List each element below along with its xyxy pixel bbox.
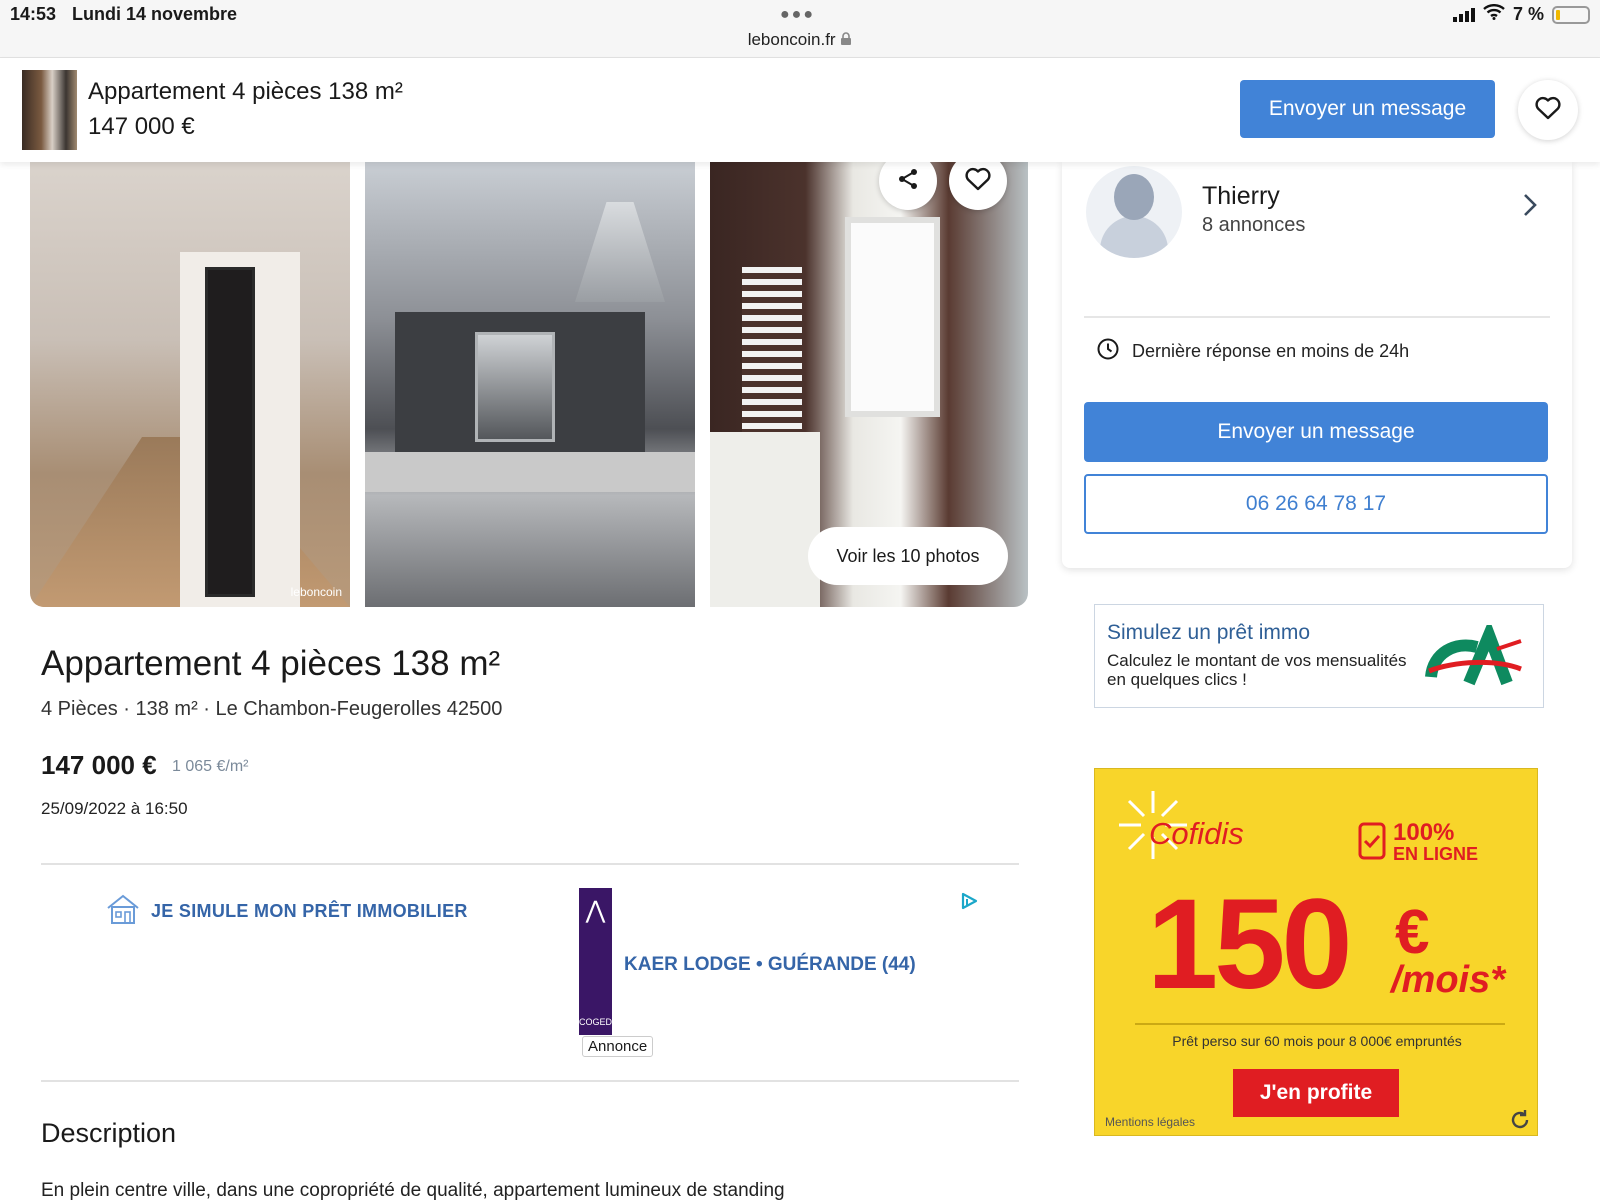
- seller-avatar[interactable]: [1086, 166, 1182, 258]
- ad-label: Annonce: [582, 1036, 654, 1057]
- replay-icon[interactable]: [1509, 1109, 1531, 1135]
- divider: [41, 863, 1019, 865]
- listing-price: 147 000 €: [41, 750, 157, 780]
- cofidis-ad[interactable]: Cofidis 100% EN LIGNE 150 € /mois* Prêt …: [1094, 768, 1538, 1136]
- description-text: En plein centre ville, dans une copropri…: [41, 1180, 785, 1201]
- cogedim-logo-text: COGEDIM: [579, 1017, 623, 1027]
- listing-subinfo: 4 Pièces · 138 m² · Le Chambon-Feugeroll…: [41, 698, 503, 720]
- url-text: leboncoin.fr: [747, 30, 836, 49]
- online-word: EN LIGNE: [1393, 844, 1479, 864]
- heart-icon: [1535, 96, 1561, 125]
- sticky-header: Appartement 4 pièces 138 m² 147 000 € En…: [0, 58, 1600, 162]
- photo-watermark: leboncoin: [290, 585, 342, 599]
- jen-profite-button[interactable]: J'en profite: [1233, 1069, 1399, 1117]
- legal-mentions-link[interactable]: Mentions légales: [1105, 1115, 1195, 1129]
- photo-kitchen[interactable]: [365, 162, 695, 607]
- wifi-icon: [1483, 4, 1505, 25]
- simulate-loan-label: JE SIMULE MON PRÊT IMMOBILIER: [151, 901, 468, 921]
- online-percent: 100%: [1393, 819, 1455, 846]
- listing-title: Appartement 4 pièces 138 m²: [41, 644, 501, 683]
- seller-ad-count: 8 annonces: [1202, 214, 1306, 236]
- description-title: Description: [41, 1118, 177, 1148]
- status-time: 14:53: [10, 4, 57, 24]
- status-date: Lundi 14 novembre: [72, 4, 238, 24]
- simulate-loan-link[interactable]: JE SIMULE MON PRÊT IMMOBILIER: [105, 893, 468, 930]
- price-per-m2: 1 065 €/m²: [172, 758, 249, 775]
- address-bar[interactable]: leboncoin.fr: [0, 30, 1600, 50]
- header-send-message-button[interactable]: Envoyer un message: [1240, 80, 1495, 138]
- signal-icon: [1452, 7, 1475, 22]
- listing-thumbnail[interactable]: [22, 70, 77, 150]
- sticky-price: 147 000 €: [88, 113, 195, 140]
- share-icon: [896, 167, 920, 196]
- loan-period: /mois*: [1391, 959, 1506, 1001]
- send-message-button[interactable]: Envoyer un message: [1084, 402, 1548, 462]
- loan-terms: Prêt perso sur 60 mois pour 8 000€ empru…: [1172, 1033, 1462, 1049]
- loan-currency: €: [1395, 898, 1430, 967]
- clock-icon: [1096, 337, 1120, 366]
- loan-amount: 150: [1147, 873, 1353, 1016]
- header-favorite-button[interactable]: [1518, 80, 1578, 140]
- divider: [1084, 316, 1550, 318]
- phone-check-icon: [1357, 821, 1387, 866]
- lock-icon: [840, 30, 852, 49]
- credit-agricole-logo: [1425, 618, 1525, 694]
- chevron-right-icon[interactable]: [1522, 192, 1538, 223]
- status-bar: 14:53 Lundi 14 novembre ●●● leboncoin.fr…: [0, 0, 1600, 58]
- sticky-title: Appartement 4 pièces 138 m²: [88, 78, 403, 105]
- house-icon: [105, 893, 141, 930]
- battery-percent: 7 %: [1512, 4, 1544, 24]
- listing-date: 25/09/2022 à 16:50: [41, 799, 188, 818]
- credit-agricole-ad[interactable]: Simulez un prêt immo Calculez le montant…: [1094, 604, 1544, 708]
- ca-ad-title: Simulez un prêt immo: [1107, 621, 1311, 644]
- divider: [1135, 1023, 1505, 1025]
- seller-card: Thierry 8 annonces Dernière réponse en m…: [1062, 162, 1572, 568]
- cofidis-brand: Cofidis: [1149, 816, 1244, 851]
- heart-icon: [965, 167, 991, 196]
- cogedim-logo[interactable]: ⋀ COGEDIM: [579, 888, 623, 1035]
- seller-name[interactable]: Thierry: [1202, 182, 1280, 211]
- kaer-lodge-link[interactable]: KAER LODGE • GUÉRANDE (44): [624, 954, 916, 976]
- phone-number-button[interactable]: 06 26 64 78 17: [1084, 474, 1548, 534]
- adchoices-icon[interactable]: [959, 891, 979, 916]
- response-time-text: Dernière réponse en moins de 24h: [1132, 341, 1410, 361]
- online-badge: 100% EN LIGNE: [1357, 821, 1478, 866]
- ca-ad-text: Calculez le montant de vos mensualités e…: [1107, 651, 1407, 689]
- status-right: 7 %: [1452, 4, 1590, 25]
- battery-icon: [1552, 5, 1590, 24]
- divider: [41, 1080, 1019, 1082]
- see-all-photos-button[interactable]: Voir les 10 photos: [808, 527, 1008, 585]
- more-dots-icon[interactable]: ●●●: [780, 6, 815, 24]
- response-time: Dernière réponse en moins de 24h: [1096, 337, 1409, 366]
- photo-hallway[interactable]: leboncoin: [30, 162, 350, 607]
- photo-gallery: leboncoin Voir les 10 photos: [30, 152, 1028, 607]
